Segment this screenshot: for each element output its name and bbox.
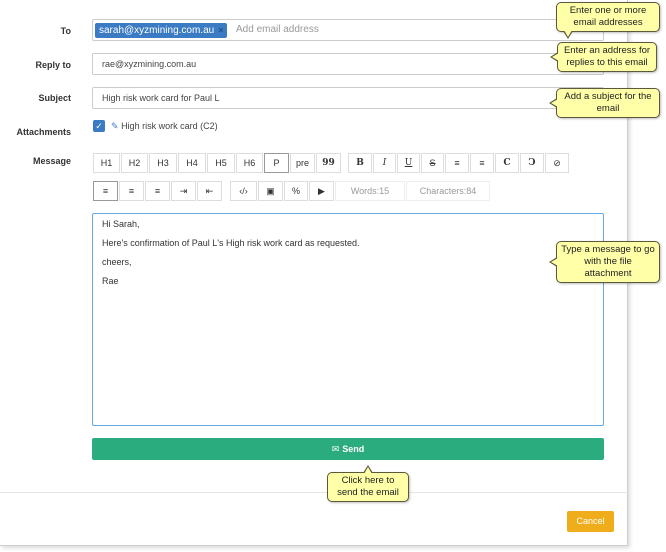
callout-to: Enter one or more email addresses: [556, 2, 660, 39]
send-button[interactable]: ✉ Send: [92, 438, 604, 460]
align-center-button[interactable]: ≡: [119, 181, 144, 201]
heading-2-button[interactable]: H2: [121, 153, 148, 173]
to-placeholder: Add email address: [236, 24, 319, 35]
underline-button[interactable]: U: [397, 153, 420, 173]
paragraph-button[interactable]: P: [264, 153, 289, 173]
outdent-button[interactable]: ⇤: [197, 181, 222, 201]
reply-to-field[interactable]: rae@xyzmining.com.au: [92, 53, 604, 75]
clear-format-button[interactable]: ⊘: [545, 153, 569, 173]
strikethrough-button[interactable]: S: [421, 153, 444, 173]
to-label: To: [60, 26, 71, 36]
align-left-button[interactable]: ≡: [93, 181, 118, 201]
send-button-label: Send: [342, 444, 365, 454]
subject-label: Subject: [38, 93, 71, 103]
attachments-label: Attachments: [16, 127, 71, 137]
italic-button[interactable]: I: [373, 153, 396, 173]
message-line: Rae: [102, 276, 119, 286]
callout-reply-to: Enter an address for replies to this ema…: [550, 42, 657, 72]
recipient-chip[interactable]: sarah@xyzmining.com.au ×: [95, 23, 228, 38]
heading-1-button[interactable]: H1: [93, 153, 120, 173]
message-label: Message: [32, 156, 71, 166]
attachment-item[interactable]: ✎ High risk work card (C2): [111, 121, 218, 132]
cancel-button[interactable]: Cancel: [567, 511, 614, 532]
attachment-checkbox[interactable]: ✓: [93, 120, 105, 132]
insert-link-button[interactable]: %: [284, 181, 308, 201]
insert-video-button[interactable]: ▶: [309, 181, 334, 201]
bullet-list-button[interactable]: ≡: [445, 153, 469, 173]
recipient-chip-label: sarah@xyzmining.com.au: [99, 25, 215, 36]
bold-button[interactable]: B: [348, 153, 372, 173]
envelope-icon: ✉: [331, 444, 340, 454]
callout-message: Type a message to go with the file attac…: [549, 241, 660, 283]
heading-4-button[interactable]: H4: [178, 153, 206, 173]
message-line: Here's confirmation of Paul L's High ris…: [102, 238, 360, 248]
heading-3-button[interactable]: H3: [149, 153, 177, 173]
paperclip-icon: ✎: [111, 121, 119, 131]
insert-code-button[interactable]: ‹/›: [230, 181, 257, 201]
callout-send: Click here to send the email: [327, 465, 409, 502]
preformatted-button[interactable]: pre: [290, 153, 315, 173]
subject-field[interactable]: High risk work card for Paul L: [92, 87, 604, 109]
insert-image-button[interactable]: ▣: [258, 181, 283, 201]
align-right-button[interactable]: ≡: [145, 181, 170, 201]
attachment-label: High risk work card (C2): [121, 121, 218, 131]
footer-divider: [0, 492, 628, 493]
numbered-list-button[interactable]: ≡: [470, 153, 494, 173]
email-modal: To sarah@xyzmining.com.au × Add email add…: [0, 0, 628, 546]
word-count: Words:15: [335, 181, 405, 201]
message-line: cheers,: [102, 257, 132, 267]
heading-6-button[interactable]: H6: [236, 153, 263, 173]
indent-button[interactable]: ⇥: [171, 181, 196, 201]
callout-subject: Add a subject for the email: [549, 88, 660, 118]
undo-button[interactable]: Ↄ: [520, 153, 544, 173]
blockquote-button[interactable]: 99: [316, 153, 341, 173]
heading-5-button[interactable]: H5: [207, 153, 235, 173]
remove-recipient-icon[interactable]: ×: [218, 25, 223, 35]
message-editor[interactable]: Hi Sarah, Here's confirmation of Paul L'…: [92, 213, 604, 426]
reply-to-label: Reply to: [35, 60, 71, 70]
character-count: Characters:84: [406, 181, 490, 201]
redo-button[interactable]: C: [495, 153, 519, 173]
message-line: Hi Sarah,: [102, 219, 140, 229]
